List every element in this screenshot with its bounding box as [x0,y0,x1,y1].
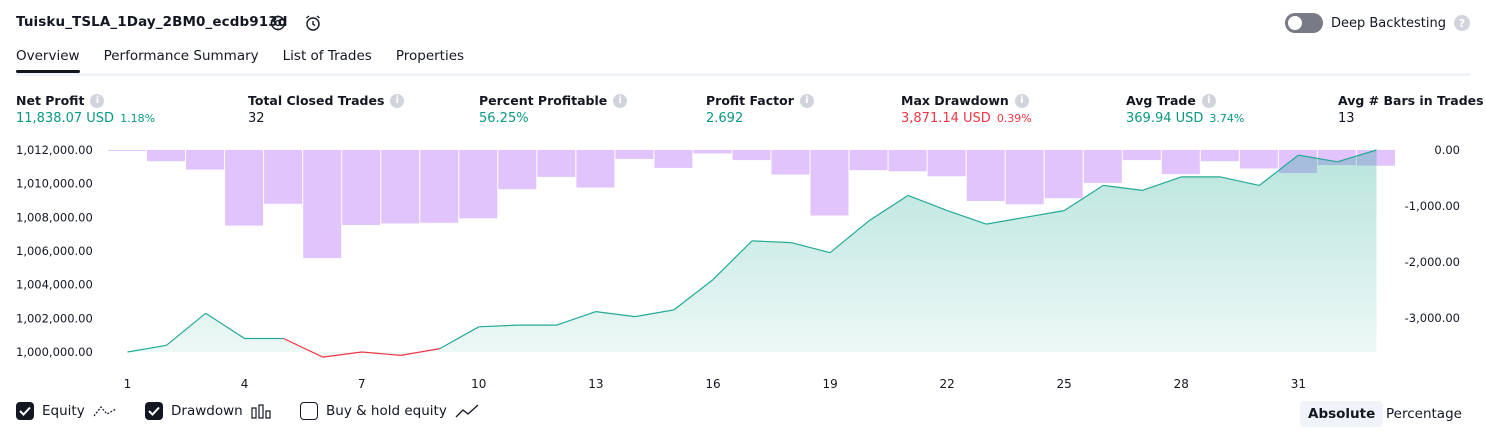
drawdown-bar [1239,150,1278,169]
checkbox-unchecked-icon[interactable] [300,402,318,420]
y-axis-tick-label: 1,002,000.00 [16,311,93,325]
drawdown-bar [732,150,771,161]
drawdown-bar [537,150,576,177]
drawdown-bar [693,150,732,154]
y2-axis-tick-label: -3,000.00 [1405,311,1460,325]
legend-buy-hold[interactable]: Buy & hold equity [300,402,479,420]
percentage-toggle-button[interactable]: Percentage [1378,401,1470,427]
drawdown-bar [1083,150,1122,183]
bars-icon [251,404,271,419]
drawdown-bar [1122,150,1161,161]
drawdown-bar [147,150,185,162]
drawdown-bar [342,150,381,225]
x-axis-tick-label: 25 [1057,377,1072,391]
drawdown-bar [186,150,225,170]
drawdown-bar [810,150,849,216]
drawdown-bar [927,150,966,177]
y-axis-tick-label: 1,012,000.00 [16,143,93,157]
legend-drawdown-label: Drawdown [171,403,243,419]
legend-equity[interactable]: Equity [16,402,117,420]
x-axis-tick-label: 13 [588,377,603,391]
y-axis-tick-label: 1,010,000.00 [16,177,93,191]
drawdown-bar [966,150,1005,201]
y-axis-tick-label: 1,000,000.00 [16,345,93,359]
drawdown-bar [1044,150,1083,199]
x-axis-tick-label: 28 [1174,377,1189,391]
drawdown-bar [303,150,342,259]
x-axis-tick-label: 1 [124,377,132,391]
checkbox-checked-icon[interactable] [16,402,34,420]
drawdown-bar [654,150,693,168]
drawdown-bar [771,150,810,175]
drawdown-bar [576,150,615,188]
legend-drawdown[interactable]: Drawdown [145,402,273,420]
y2-axis-tick-label: -1,000.00 [1405,199,1460,213]
equity-series-icon [93,406,116,417]
drawdown-bar [381,150,420,224]
x-axis-tick-label: 22 [940,377,955,391]
line-series-icon [455,404,479,418]
equity-drawdown-chart[interactable]: 1,012,000.00 1,010,000.00 1,008,000.00 1,00… [0,0,1486,400]
x-axis-tick-label: 19 [822,377,837,391]
drawdown-bar [1161,150,1200,175]
drawdown-bar [615,150,654,159]
x-axis-tick-label: 7 [358,377,366,391]
drawdown-bar [1005,150,1044,205]
drawdown-bar [225,150,264,226]
x-axis-tick-label: 16 [705,377,720,391]
x-axis-tick-label: 10 [471,377,486,391]
drawdown-bar [108,150,146,151]
y2-axis-tick-label: -2,000.00 [1405,255,1460,269]
y-axis-tick-label: 1,008,000.00 [16,210,93,224]
drawdown-bar [420,150,459,223]
drawdown-bar [459,150,498,219]
drawdown-bar [498,150,537,190]
absolute-toggle-button[interactable]: Absolute [1300,401,1384,427]
drawdown-bar [1200,150,1239,162]
drawdown-bar [264,150,303,204]
legend-buy-hold-label: Buy & hold equity [326,403,447,419]
x-axis-tick-label: 4 [241,377,249,391]
legend-equity-label: Equity [42,403,85,419]
y-axis-tick-label: 1,004,000.00 [16,278,93,292]
x-axis-tick-label: 31 [1291,377,1306,391]
drawdown-bar [849,150,888,171]
y2-axis-tick-label: 0.00 [1434,143,1460,157]
y-axis-tick-label: 1,006,000.00 [16,244,93,258]
drawdown-bar [888,150,927,172]
checkbox-checked-icon[interactable] [145,402,163,420]
